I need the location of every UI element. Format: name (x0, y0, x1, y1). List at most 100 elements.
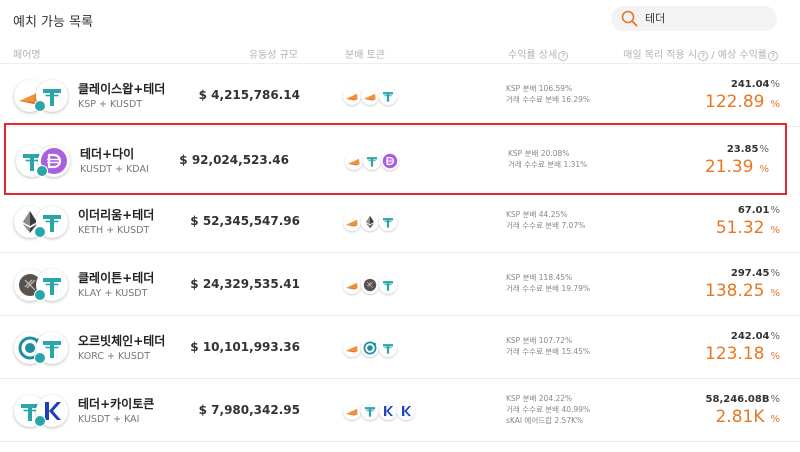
yield-detail: KSP 분배 106.59% 거래 수수료 분배 16.29% (506, 83, 590, 105)
yield-detail-line: KSP 분배 44.25% (506, 210, 568, 219)
klayswap-icon (343, 87, 361, 105)
page-title: 예치 가능 목록 (13, 15, 94, 30)
klayswap-icon (343, 402, 361, 420)
link-icon (34, 100, 46, 112)
pair-symbols: KSP + KUSDT (78, 99, 143, 110)
yield-detail-line: KSP 분배 107.72% (506, 336, 573, 345)
pool-row[interactable]: 테더+카이토큰 KUSDT + KAI $ 7,980,342.95 KSP 분배 2… (0, 379, 800, 442)
help-icon[interactable]: ? (768, 51, 778, 61)
percent-symbol: % (770, 268, 780, 279)
percent-symbol: % (770, 225, 780, 236)
tether-icon (379, 339, 397, 357)
ethereum-icon (361, 213, 379, 231)
percent-symbol: % (770, 351, 780, 362)
tether-icon (379, 213, 397, 231)
yield-detail-line: sKAI 에어드랍 2.57K% (506, 416, 584, 425)
expected-apy-value: 138.25 (705, 281, 765, 301)
compound-apy-value: 58,246.08B (705, 394, 770, 405)
column-header-dist: 분배 토큰 (345, 50, 385, 61)
search-box[interactable] (611, 6, 777, 31)
expected-apy-value: 51.32 (715, 218, 765, 238)
pair-icons (14, 267, 70, 303)
yield-detail-line: 거래 수수료 분배 16.29% (506, 95, 591, 104)
pair-name: 오르빗체인+테더 (78, 334, 166, 348)
link-icon (34, 289, 46, 301)
percent-symbol: % (759, 144, 769, 155)
pool-row[interactable]: 클레이튼+테더 KLAY + KUSDT $ 24,329,535.41 KSP 분배… (0, 253, 800, 316)
expected-apy-value: 122.89 (705, 92, 765, 112)
pair-name: 클레이스왑+테더 (78, 82, 166, 96)
yield-detail: KSP 분배 20.08% 거래 수수료 분배 1.31% (508, 148, 587, 170)
compound-apy: 67.01% (738, 205, 780, 216)
percent-symbol: % (770, 331, 780, 342)
pair-icons (14, 204, 70, 240)
link-icon (34, 415, 46, 427)
compound-apy: 23.85% (727, 144, 769, 155)
pool-row[interactable]: 클레이스왑+테더 KSP + KUSDT $ 4,215,786.14 KSP 분배 … (0, 64, 800, 127)
pool-row[interactable]: 오르빗체인+테더 KORC + KUSDT $ 10,101,993.36 KSP 분… (0, 316, 800, 379)
tvl-value: $ 4,215,786.14 (198, 88, 300, 102)
pair-symbols: KUSDT + KDAI (80, 164, 149, 175)
pair-symbols: KORC + KUSDT (78, 351, 151, 362)
yield-detail-line: KSP 분배 20.08% (508, 149, 570, 158)
tether-icon (361, 402, 379, 420)
help-icon[interactable]: ? (698, 51, 709, 61)
compound-apy: 58,246.08B% (706, 394, 780, 405)
percent-symbol: % (770, 288, 780, 299)
klaytn-icon (361, 276, 379, 294)
yield-detail-line: 거래 수수료 분배 7.07% (506, 221, 586, 230)
klayswap-icon (343, 276, 361, 294)
expected-apy: 122.89% (705, 92, 780, 112)
pair-name: 테더+카이토큰 (78, 397, 155, 411)
top-bar: 예치 가능 목록 (0, 0, 800, 40)
percent-symbol: % (759, 164, 769, 175)
yield-detail-line: 거래 수수료 분배 40.99% (506, 405, 591, 414)
yield-detail-line: KSP 분배 118.45% (506, 273, 573, 282)
expected-apy: 123.18% (705, 344, 780, 364)
compound-apy-value: 242.04 (730, 331, 770, 342)
kai-token-icon (379, 402, 397, 420)
expected-apy-value: 21.39 (704, 157, 754, 177)
link-icon (34, 352, 46, 364)
yield-detail: KSP 분배 44.25% 거래 수수료 분배 7.07% (506, 209, 585, 231)
pair-icons (16, 143, 72, 179)
yield-detail-line: KSP 분배 106.59% (506, 84, 573, 93)
klayswap-icon (343, 213, 361, 231)
column-header-tvl[interactable]: 유동성 규모 (249, 46, 298, 61)
search-icon[interactable] (621, 10, 638, 27)
tvl-value: $ 52,345,547.96 (190, 214, 300, 228)
tvl-value: $ 24,329,535.41 (190, 277, 300, 291)
klayswap-icon (343, 339, 361, 357)
compound-apy-value: 297.45 (730, 268, 770, 279)
percent-symbol: % (770, 414, 780, 425)
tether-icon (363, 152, 381, 170)
pair-icons (14, 393, 70, 429)
tether-icon (379, 87, 397, 105)
pair-symbols: KLAY + KUSDT (78, 288, 148, 299)
column-header-apy[interactable]: 매일 복리 적용 시? / 예상 수익률? (623, 46, 778, 61)
pool-row[interactable]: 테더+다이 KUSDT + KDAI $ 92,024,523.46 KSP 분배 2… (4, 123, 787, 195)
expected-apy-value: 2.81K (715, 407, 765, 427)
expected-apy: 138.25% (705, 281, 780, 301)
column-header-detail: 수익률 상세? (508, 46, 569, 61)
column-header-apy-label: 매일 복리 적용 시 (623, 50, 698, 61)
dai-icon (381, 152, 399, 170)
pool-row[interactable]: 이더리움+테더 KETH + KUSDT $ 52,345,547.96 KSP 분배… (0, 190, 800, 253)
search-input[interactable] (645, 11, 765, 24)
expected-apy: 21.39% (705, 157, 769, 177)
column-header-pair[interactable]: 페어명 (13, 46, 41, 61)
yield-detail-line: 거래 수수료 분배 19.79% (506, 284, 591, 293)
klayswap-icon (345, 152, 363, 170)
pair-symbols: KUSDT + KAI (78, 414, 140, 425)
help-icon[interactable]: ? (558, 51, 569, 61)
pair-icons (14, 330, 70, 366)
tvl-value: $ 92,024,523.46 (179, 153, 289, 167)
orbit-chain-icon (361, 339, 379, 357)
yield-detail-line: 거래 수수료 분배 15.45% (506, 347, 591, 356)
compound-apy: 297.45% (731, 268, 780, 279)
tether-icon (379, 276, 397, 294)
compound-apy: 241.04% (731, 79, 780, 90)
column-header-apy-est-label: / 예상 수익률 (711, 50, 767, 61)
pair-name: 이더리움+테더 (78, 208, 155, 222)
tvl-value: $ 7,980,342.95 (198, 403, 300, 417)
